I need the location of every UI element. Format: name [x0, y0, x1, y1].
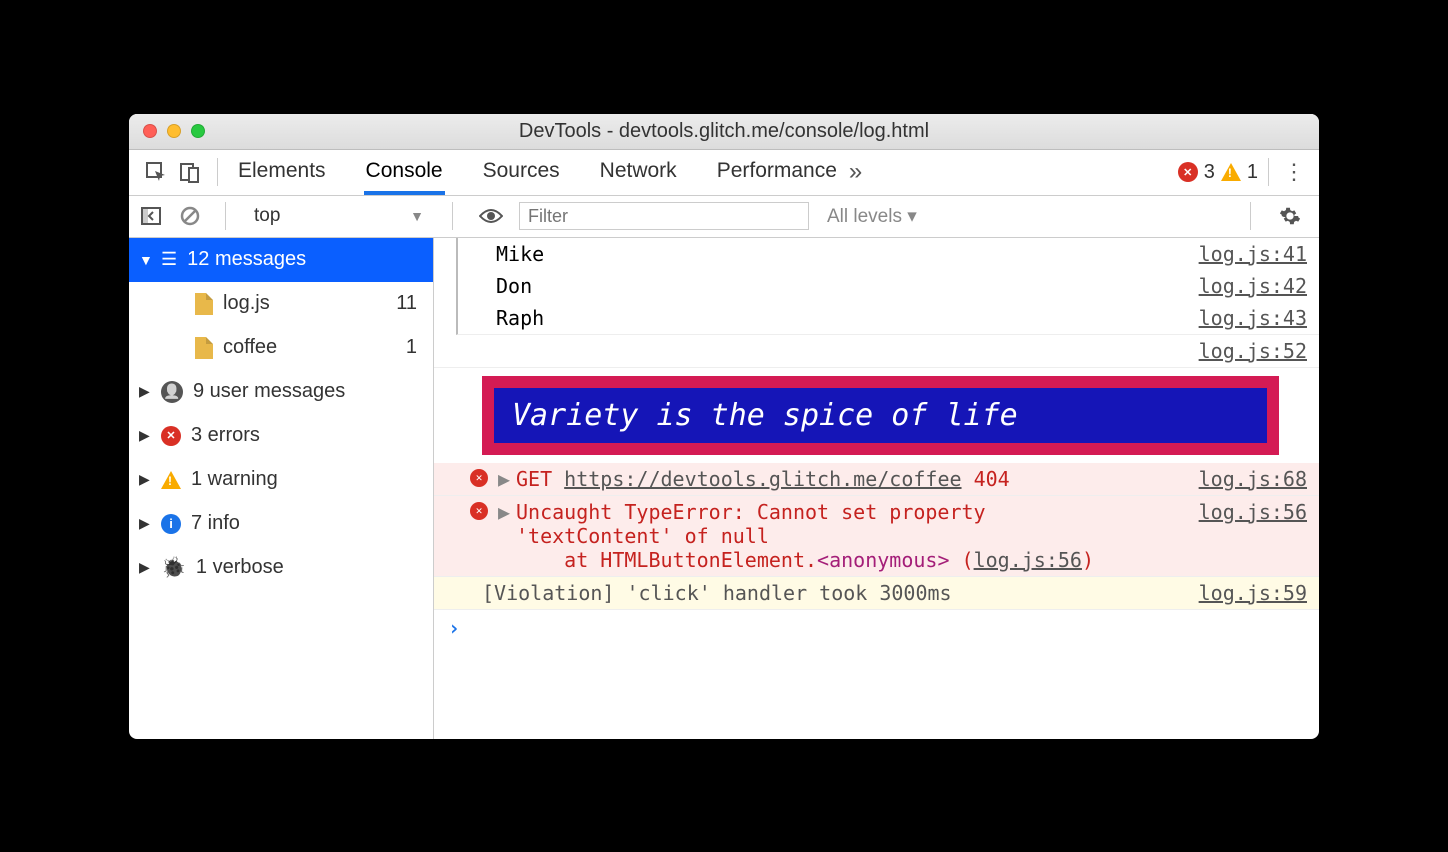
sidebar-item-label: 1 warning — [191, 468, 278, 491]
sidebar-item-label: 3 errors — [191, 424, 260, 447]
file-icon — [195, 337, 213, 359]
tab-console[interactable]: Console — [364, 151, 445, 195]
list-icon — [161, 248, 177, 271]
chevron-right-icon: ▶ — [139, 471, 151, 488]
console-prompt[interactable]: › — [434, 610, 1319, 646]
chevron-down-icon: ▼ — [410, 208, 424, 224]
sidebar-file-coffee[interactable]: coffee 1 — [129, 326, 433, 370]
sidebar-warnings[interactable]: ▶ 1 warning — [129, 458, 433, 502]
person-icon — [161, 381, 183, 403]
warning-count: 1 — [1247, 161, 1258, 184]
sidebar-item-label: 1 verbose — [196, 556, 284, 579]
sidebar-messages-label: 12 messages — [187, 248, 306, 271]
log-level-selector[interactable]: All levels ▾ — [817, 205, 927, 228]
console-sidebar: ▼ 12 messages log.js 11 coffee 1 ▶ 9 use… — [129, 238, 434, 739]
chevron-right-icon: ▶ — [139, 515, 151, 532]
devtools-tabs: Elements Console Sources Network Perform… — [129, 150, 1319, 196]
log-row[interactable]: Don log.js:42 — [456, 270, 1319, 302]
context-selector[interactable]: top ▼ — [244, 205, 434, 227]
log-row[interactable]: Mike log.js:41 — [456, 238, 1319, 270]
devtools-window: DevTools - devtools.glitch.me/console/lo… — [129, 114, 1319, 739]
file-icon — [195, 293, 213, 315]
chevron-right-icon: ▶ — [139, 383, 151, 400]
sidebar-item-label: 9 user messages — [193, 380, 345, 403]
status-counts[interactable]: 3 1 — [1178, 161, 1258, 184]
tab-sources[interactable]: Sources — [481, 151, 562, 193]
source-link[interactable]: log.js:42 — [1199, 274, 1307, 298]
sidebar-info[interactable]: ▶ 7 info — [129, 502, 433, 546]
file-count: 11 — [396, 292, 423, 315]
console-output: Mike log.js:41 Don log.js:42 Raph log.js… — [434, 238, 1319, 739]
source-link[interactable]: log.js:56 — [1199, 500, 1307, 524]
file-name: log.js — [223, 292, 270, 315]
device-toggle-icon[interactable] — [173, 155, 207, 189]
inspect-element-icon[interactable] — [139, 155, 173, 189]
source-link[interactable]: log.js:41 — [1199, 242, 1307, 266]
log-row[interactable]: log.js:52 — [434, 335, 1319, 368]
source-link[interactable]: log.js:59 — [1199, 581, 1307, 605]
source-link[interactable]: log.js:52 — [1199, 339, 1307, 363]
violation-row[interactable]: [Violation] 'click' handler took 3000ms … — [434, 577, 1319, 610]
sidebar-messages[interactable]: ▼ 12 messages — [129, 238, 433, 282]
disclosure-icon[interactable]: ▶ — [498, 467, 510, 491]
file-count: 1 — [406, 336, 423, 359]
settings-icon[interactable] — [1269, 205, 1311, 227]
http-method: GET — [516, 467, 552, 491]
sidebar-errors[interactable]: ▶ 3 errors — [129, 414, 433, 458]
log-text: Don — [496, 274, 532, 298]
warning-icon — [161, 471, 181, 489]
http-status: 404 — [974, 467, 1010, 491]
sidebar-file-logjs[interactable]: log.js 11 — [129, 282, 433, 326]
source-link[interactable]: log.js:56 — [974, 548, 1082, 572]
info-icon — [161, 514, 181, 534]
error-icon — [470, 502, 488, 520]
context-label: top — [254, 205, 280, 227]
sidebar-verbose[interactable]: ▶ 1 verbose — [129, 546, 433, 590]
error-url[interactable]: https://devtools.glitch.me/coffee — [564, 467, 961, 491]
window-title: DevTools - devtools.glitch.me/console/lo… — [129, 120, 1319, 143]
error-icon — [470, 469, 488, 487]
tab-performance[interactable]: Performance — [715, 151, 839, 193]
sidebar-item-label: 7 info — [191, 512, 240, 535]
tab-network[interactable]: Network — [598, 151, 679, 193]
sidebar-user-messages[interactable]: ▶ 9 user messages — [129, 370, 433, 414]
network-error-row[interactable]: ▶ GET https://devtools.glitch.me/coffee … — [434, 463, 1319, 496]
chevron-right-icon: ▶ — [139, 427, 151, 444]
log-text: Raph — [496, 306, 544, 330]
log-text: Mike — [496, 242, 544, 266]
error-icon — [161, 426, 181, 446]
live-expression-icon[interactable] — [471, 207, 511, 225]
error-message: Uncaught TypeError: Cannot set property … — [516, 500, 1199, 572]
chevron-down-icon: ▼ — [139, 252, 151, 268]
exception-row[interactable]: ▶ Uncaught TypeError: Cannot set propert… — [434, 496, 1319, 577]
clear-console-icon[interactable] — [173, 199, 207, 233]
tabs-overflow-button[interactable]: » — [839, 158, 872, 186]
violation-text: [Violation] 'click' handler took 3000ms — [482, 581, 952, 605]
filter-input[interactable] — [519, 202, 809, 230]
bug-icon — [161, 555, 186, 580]
chevron-right-icon: ▶ — [139, 559, 151, 576]
tab-elements[interactable]: Elements — [236, 151, 328, 193]
console-toolbar: top ▼ All levels ▾ — [129, 196, 1319, 238]
log-row[interactable]: Raph log.js:43 — [456, 302, 1319, 335]
warning-icon — [1221, 163, 1241, 181]
file-name: coffee — [223, 336, 277, 359]
source-link[interactable]: log.js:43 — [1199, 306, 1307, 330]
error-icon — [1178, 162, 1198, 182]
sidebar-toggle-icon[interactable] — [137, 202, 165, 230]
error-count: 3 — [1204, 161, 1215, 184]
devtools-menu-button[interactable]: ⋮ — [1279, 159, 1309, 185]
source-link[interactable]: log.js:68 — [1199, 467, 1307, 491]
disclosure-icon[interactable]: ▶ — [498, 500, 510, 524]
styled-log: Variety is the spice of life — [482, 376, 1279, 455]
titlebar: DevTools - devtools.glitch.me/console/lo… — [129, 114, 1319, 150]
